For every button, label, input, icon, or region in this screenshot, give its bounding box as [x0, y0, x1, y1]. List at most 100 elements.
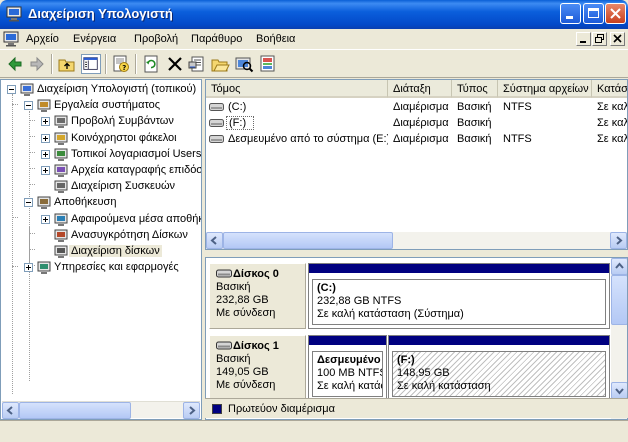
expand-icon[interactable]: [41, 166, 50, 175]
volume-list-view[interactable]: Τόμος Διάταξη Τύπος Σύστημα αρχείων Κατά…: [205, 79, 628, 250]
tree-item[interactable]: Αποθήκευση: [24, 195, 201, 211]
volume-row[interactable]: (C:) Διαμέρισμα Βασική NTFS Σε καλή: [206, 99, 627, 115]
collapse-icon[interactable]: [24, 101, 33, 111]
partition-details: (F:) 148,95 GB Σε καλή κατάσταση: [392, 351, 606, 397]
scroll-up-button[interactable]: [611, 258, 627, 275]
column-header-layout[interactable]: Διάταξη: [388, 80, 452, 98]
arrow-up-icon: [615, 262, 624, 269]
column-header-status[interactable]: Κατάστ: [592, 80, 627, 98]
scroll-thumb[interactable]: [611, 275, 627, 325]
expand-icon[interactable]: [41, 117, 50, 127]
partition-f[interactable]: (F:) 148,95 GB Σε καλή κατάσταση: [388, 335, 610, 401]
list-horizontal-scrollbar[interactable]: [206, 232, 627, 249]
legend-label: Πρωτεύον διαμέρισμα: [228, 403, 335, 415]
forward-icon[interactable]: [27, 54, 47, 74]
primary-partition-bar: [309, 264, 609, 273]
scroll-thumb[interactable]: [19, 402, 131, 419]
volume-name: (C:): [228, 101, 247, 113]
arrow-down-icon: [615, 388, 624, 395]
show-hide-tree-icon[interactable]: [81, 54, 101, 74]
tree-item-label: Αποθήκευση: [54, 196, 117, 209]
expand-icon[interactable]: [41, 133, 50, 143]
volume-row[interactable]: Δεσμευμένο από το σύστημα (E:) Διαμέρισμ…: [206, 131, 627, 147]
partition-details: Δεσμευμένο 100 MB NTFS Σε καλή κατάσ: [312, 351, 383, 397]
close-button[interactable]: [605, 3, 626, 24]
scroll-down-button[interactable]: [611, 382, 627, 399]
scroll-right-button[interactable]: [610, 232, 627, 249]
collapse-icon[interactable]: [7, 85, 16, 94]
disk-size: 149,05 GB: [216, 366, 269, 378]
minimize-button[interactable]: [560, 3, 581, 24]
disk-1-label[interactable]: Δίσκος 1 Βασική 149,05 GB Με σύνδεση: [209, 335, 306, 401]
refresh-icon[interactable]: [141, 54, 161, 74]
expand-icon[interactable]: [24, 263, 33, 273]
partition-reserved[interactable]: Δεσμευμένο 100 MB NTFS Σε καλή κατάσ: [308, 335, 387, 401]
volume-type: Βασική: [457, 117, 492, 129]
tree-item[interactable]: Διαχείριση Συσκευών: [41, 179, 201, 195]
disk-graphical-view[interactable]: Δίσκος 0 Βασική 232,88 GB Με σύνδεση (C:…: [205, 257, 628, 420]
column-header-type[interactable]: Τύπος: [452, 80, 498, 98]
tree-connector-line: [29, 111, 30, 381]
disk-name: Δίσκος 1: [233, 340, 279, 352]
back-icon[interactable]: [5, 54, 25, 74]
tree-horizontal-scrollbar[interactable]: [2, 401, 200, 419]
help-icon[interactable]: ?: [111, 54, 131, 74]
defragmenter-icon: [54, 229, 68, 242]
hard-disk-icon: [216, 269, 232, 278]
volume-row[interactable]: (F:) Διαμέρισμα Βασική Σε καλή: [206, 115, 627, 131]
disk-0-label[interactable]: Δίσκος 0 Βασική 232,88 GB Με σύνδεση: [209, 263, 306, 329]
volume-layout: Διαμέρισμα: [393, 101, 449, 113]
tree-item[interactable]: Προβολή Συμβάντων: [41, 114, 201, 130]
tree-connector-line: [12, 94, 13, 394]
device-manager-icon: [54, 180, 68, 194]
export-icon[interactable]: [258, 54, 278, 74]
tree-item[interactable]: Αφαιρούμενα μέσα αποθήκευ: [41, 212, 201, 228]
up-folder-icon[interactable]: [57, 54, 77, 74]
partition-c[interactable]: (C:) 232,88 GB NTFS Σε καλή κατάσταση (Σ…: [308, 263, 610, 329]
collapse-icon[interactable]: [24, 198, 33, 208]
child-restore-button[interactable]: [592, 32, 607, 46]
toolbar-separator: [135, 54, 137, 74]
column-header-volume[interactable]: Τόμος: [206, 80, 388, 98]
scroll-thumb[interactable]: [223, 232, 393, 249]
arrow-right-icon: [616, 236, 623, 245]
volume-type: Βασική: [457, 133, 492, 145]
tree-item[interactable]: Αρχεία καταγραφής επιδόσε: [41, 163, 201, 179]
drive-icon: [209, 135, 224, 143]
computer-management-icon[interactable]: [3, 31, 20, 47]
svg-text:?: ?: [122, 64, 126, 72]
delete-icon[interactable]: [165, 54, 185, 74]
menu-help[interactable]: Βοήθεια: [256, 33, 295, 45]
maximize-button[interactable]: [583, 3, 604, 24]
tree-item[interactable]: Κοινόχρηστοι φάκελοι: [41, 131, 201, 147]
disk-status: Με σύνδεση: [216, 307, 276, 319]
tree-item[interactable]: Τοπικοί λογαριασμοί Users κα: [41, 147, 201, 163]
disk-vertical-scrollbar[interactable]: [611, 258, 627, 419]
expand-icon[interactable]: [41, 214, 50, 224]
menu-window[interactable]: Παράθυρο: [191, 33, 242, 45]
storage-icon: [37, 196, 51, 210]
tree-item[interactable]: Διαχείριση Υπολογιστή (τοπικού): [7, 82, 201, 98]
child-minimize-button[interactable]: [576, 32, 591, 46]
tree-item[interactable]: Υπηρεσίες και εφαρμογές: [24, 260, 201, 276]
open-icon[interactable]: [210, 54, 230, 74]
search-icon[interactable]: [234, 54, 254, 74]
menu-file[interactable]: Αρχείο: [26, 33, 59, 45]
child-close-button[interactable]: [610, 32, 625, 46]
drive-icon: [209, 119, 224, 127]
menu-action[interactable]: Ενέργεια: [73, 33, 116, 45]
tree-item[interactable]: Ανασυγκρότηση Δίσκων: [41, 228, 201, 244]
expand-icon[interactable]: [41, 149, 50, 159]
tree-item[interactable]: Εργαλεία συστήματος: [24, 98, 201, 114]
properties-icon[interactable]: [187, 54, 207, 74]
scroll-left-button[interactable]: [2, 402, 19, 419]
partition-status: Σε καλή κατάσταση: [397, 380, 491, 392]
scroll-left-button[interactable]: [206, 232, 223, 249]
partition-status: Σε καλή κατάσ: [317, 380, 383, 392]
scroll-right-button[interactable]: [183, 402, 200, 419]
column-header-file-system[interactable]: Σύστημα αρχείων: [498, 80, 592, 98]
menu-view[interactable]: Προβολή: [134, 33, 178, 45]
console-tree[interactable]: Διαχείριση Υπολογιστή (τοπικού) Εργαλεία …: [0, 79, 202, 420]
tree-item[interactable]: Διαχείριση δίσκων: [41, 244, 201, 260]
title-bar[interactable]: Διαχείριση Υπολογιστή: [0, 0, 628, 29]
